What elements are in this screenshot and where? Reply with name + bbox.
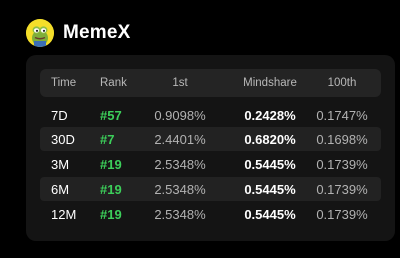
- cell-first: 2.5348%: [154, 181, 206, 197]
- mindshare-table-card: Time Rank 1st Mindshare 100th 7D #57 0.9…: [26, 55, 395, 241]
- header-first: 1st: [172, 77, 188, 89]
- cell-hundredth: 0.1698%: [316, 131, 368, 147]
- cell-mindshare: 0.6820%: [244, 131, 296, 147]
- table-row: 3M #19 2.5348% 0.5445% 0.1739%: [40, 152, 381, 176]
- table-row: 6M #19 2.5348% 0.5445% 0.1739%: [40, 177, 381, 201]
- cell-time: 3M: [51, 156, 70, 172]
- cell-hundredth: 0.1739%: [316, 206, 368, 222]
- table-row: 30D #7 2.4401% 0.6820% 0.1698%: [40, 127, 381, 151]
- header-rank: Rank: [100, 77, 127, 89]
- app-title: MemeX: [63, 22, 131, 43]
- cell-rank: #7: [100, 131, 115, 147]
- cell-mindshare: 0.5445%: [244, 181, 296, 197]
- table-row: 7D #57 0.9098% 0.2428% 0.1747%: [40, 103, 381, 127]
- cell-time: 12M: [51, 206, 77, 222]
- cell-time: 30D: [51, 131, 75, 147]
- header-time: Time: [51, 77, 77, 89]
- cell-rank: #19: [100, 156, 122, 172]
- cell-mindshare: 0.5445%: [244, 206, 296, 222]
- cell-hundredth: 0.1739%: [316, 156, 368, 172]
- cell-hundredth: 0.1747%: [316, 107, 368, 123]
- cell-mindshare: 0.2428%: [244, 107, 296, 123]
- cell-mindshare: 0.5445%: [244, 156, 296, 172]
- cell-rank: #19: [100, 206, 122, 222]
- cell-first: 0.9098%: [154, 107, 206, 123]
- app-header: MemeX: [26, 18, 131, 48]
- header-mindshare: Mindshare: [243, 77, 297, 89]
- cell-first: 2.5348%: [154, 156, 206, 172]
- table-row: 12M #19 2.5348% 0.5445% 0.1739%: [40, 202, 381, 226]
- cell-rank: #19: [100, 181, 122, 197]
- table-header-row: Time Rank 1st Mindshare 100th: [40, 69, 381, 97]
- header-hundredth: 100th: [327, 77, 357, 89]
- pepe-avatar-icon[interactable]: [26, 19, 54, 47]
- cell-first: 2.5348%: [154, 206, 206, 222]
- cell-first: 2.4401%: [154, 131, 206, 147]
- cell-time: 6M: [51, 181, 70, 197]
- cell-rank: #57: [100, 107, 122, 123]
- cell-time: 7D: [51, 107, 68, 123]
- cell-hundredth: 0.1739%: [316, 181, 368, 197]
